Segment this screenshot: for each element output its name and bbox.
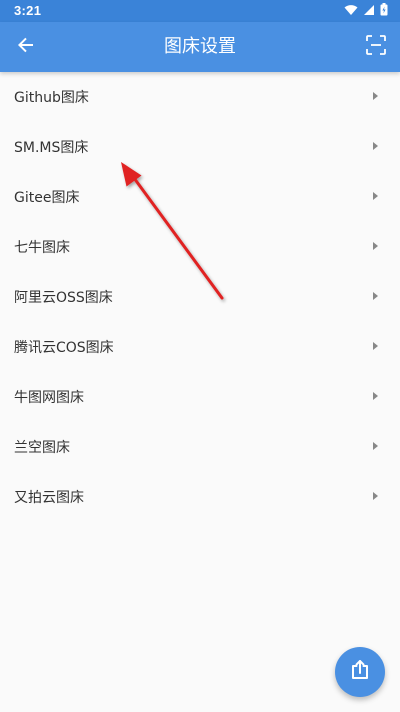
list-item-label: 牛图网图床 — [14, 390, 84, 406]
battery-icon — [380, 3, 388, 20]
list-item-label: 又拍云图床 — [14, 490, 84, 506]
scan-button[interactable] — [362, 33, 390, 61]
upload-fab[interactable] — [335, 647, 385, 697]
list-item-tencent-cos[interactable]: 腾讯云COS图床 — [0, 322, 400, 372]
list-item-label: 阿里云OSS图床 — [14, 290, 113, 306]
list-item-qiniu[interactable]: 七牛图床 — [0, 222, 400, 272]
list-item-label: Github图床 — [14, 90, 89, 106]
list-item-lsky[interactable]: 兰空图床 — [0, 422, 400, 472]
list-item-aliyun-oss[interactable]: 阿里云OSS图床 — [0, 272, 400, 322]
list-item-label: 兰空图床 — [14, 440, 70, 456]
chevron-right-icon — [373, 492, 378, 500]
status-time: 3:21 — [14, 3, 42, 18]
image-host-list: Github图床 SM.MS图床 Gitee图床 七牛图床 阿里云OSS图床 腾… — [0, 72, 400, 522]
chevron-right-icon — [373, 342, 378, 350]
app-bar: 图床设置 — [0, 22, 400, 72]
list-item-smms[interactable]: SM.MS图床 — [0, 122, 400, 172]
wifi-icon — [344, 4, 358, 20]
list-item-label: SM.MS图床 — [14, 140, 89, 156]
chevron-right-icon — [373, 242, 378, 250]
upload-icon — [348, 658, 372, 686]
chevron-right-icon — [373, 442, 378, 450]
list-item-niutu[interactable]: 牛图网图床 — [0, 372, 400, 422]
chevron-right-icon — [373, 142, 378, 150]
list-item-label: 七牛图床 — [14, 240, 70, 256]
list-item-upyun[interactable]: 又拍云图床 — [0, 472, 400, 522]
list-item-gitee[interactable]: Gitee图床 — [0, 172, 400, 222]
list-item-github[interactable]: Github图床 — [0, 72, 400, 122]
scan-icon — [366, 35, 386, 59]
signal-icon — [363, 4, 375, 20]
chevron-right-icon — [373, 92, 378, 100]
page-title: 图床设置 — [164, 36, 236, 57]
chevron-right-icon — [373, 392, 378, 400]
chevron-right-icon — [373, 192, 378, 200]
status-icons — [344, 3, 388, 20]
list-item-label: 腾讯云COS图床 — [14, 340, 114, 356]
list-item-label: Gitee图床 — [14, 190, 80, 206]
chevron-right-icon — [373, 292, 378, 300]
status-bar: 3:21 — [0, 0, 400, 22]
